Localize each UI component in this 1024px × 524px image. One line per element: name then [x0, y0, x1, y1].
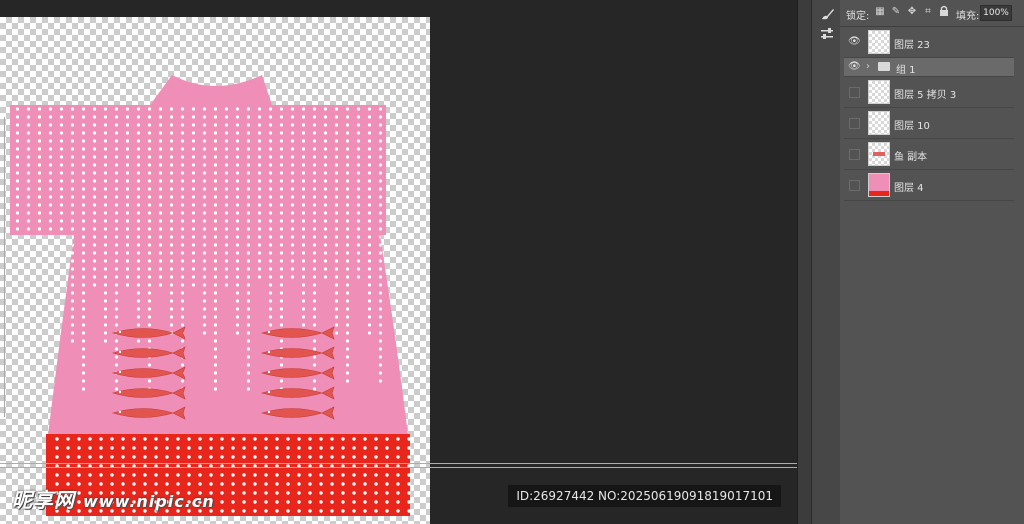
layer-row[interactable]: 鱼 副本 — [844, 139, 1014, 170]
eye-icon[interactable]: 👁 — [848, 61, 861, 73]
lock-label: 锁定: — [846, 11, 870, 22]
layers-panel: 锁定: ▦ ✎ ✥ ⌗ 填充: 100% 👁 图层 23 👁 › 组 1 图层 … — [840, 0, 1024, 524]
layer-group-row[interactable]: 👁 › 组 1 — [844, 58, 1014, 77]
layer-name: 组 1 — [896, 65, 916, 76]
layer-thumbnail — [868, 142, 890, 166]
layer-thumbnail — [868, 30, 890, 54]
lock-toolbar: 锁定: ▦ ✎ ✥ ⌗ 填充: 100% — [840, 0, 1024, 27]
brush-icon[interactable] — [818, 6, 836, 24]
lock-all-icon[interactable] — [937, 5, 951, 19]
layer-row[interactable]: 图层 4 — [844, 170, 1014, 201]
visibility-toggle-empty[interactable] — [849, 87, 860, 98]
watermark-logo: 昵享网 www.nipic.cn — [12, 488, 215, 512]
panel-icon-strip — [811, 0, 841, 524]
adjustment-sliders-icon[interactable] — [818, 26, 836, 44]
layer-name: 图层 4 — [894, 183, 924, 194]
document-canvas[interactable] — [0, 17, 430, 524]
layer-thumbnail — [868, 173, 890, 197]
lock-artboard-icon[interactable]: ⌗ — [921, 5, 935, 19]
lock-image-pixels-icon[interactable]: ✎ — [889, 5, 903, 19]
panel-divider[interactable] — [797, 0, 811, 524]
layer-name: 鱼 副本 — [894, 152, 928, 163]
fill-input[interactable]: 100% — [980, 5, 1012, 21]
visibility-toggle-empty[interactable] — [849, 180, 860, 191]
lock-transparent-pixels-icon[interactable]: ▦ — [873, 5, 887, 19]
lock-position-icon[interactable]: ✥ — [905, 5, 919, 19]
fill-label: 填充: — [956, 11, 980, 22]
visibility-toggle-empty[interactable] — [849, 149, 860, 160]
chevron-right-icon[interactable]: › — [866, 61, 870, 72]
layer-row[interactable]: 👁 图层 23 — [844, 27, 1014, 58]
vertical-ruler-edge — [0, 117, 5, 417]
kimono-artwork — [10, 75, 411, 516]
layer-name: 图层 10 — [894, 121, 930, 132]
document-workspace[interactable]: 昵享网 www.nipic.cn ID:26927442 NO:202506190… — [0, 0, 797, 524]
layer-row[interactable]: 图层 10 — [844, 108, 1014, 139]
layer-name: 图层 5 拷贝 3 — [894, 90, 957, 101]
guide-lines — [0, 462, 797, 470]
folder-icon — [878, 62, 890, 71]
watermark-id: ID:26927442 NO:20250619091819017101 — [508, 485, 781, 507]
visibility-toggle-empty[interactable] — [849, 118, 860, 129]
layer-row[interactable]: 图层 5 拷贝 3 — [844, 77, 1014, 108]
layer-name: 图层 23 — [894, 40, 930, 51]
layer-thumbnail — [868, 80, 890, 104]
layer-thumbnail — [868, 111, 890, 135]
eye-icon[interactable]: 👁 — [848, 36, 861, 48]
